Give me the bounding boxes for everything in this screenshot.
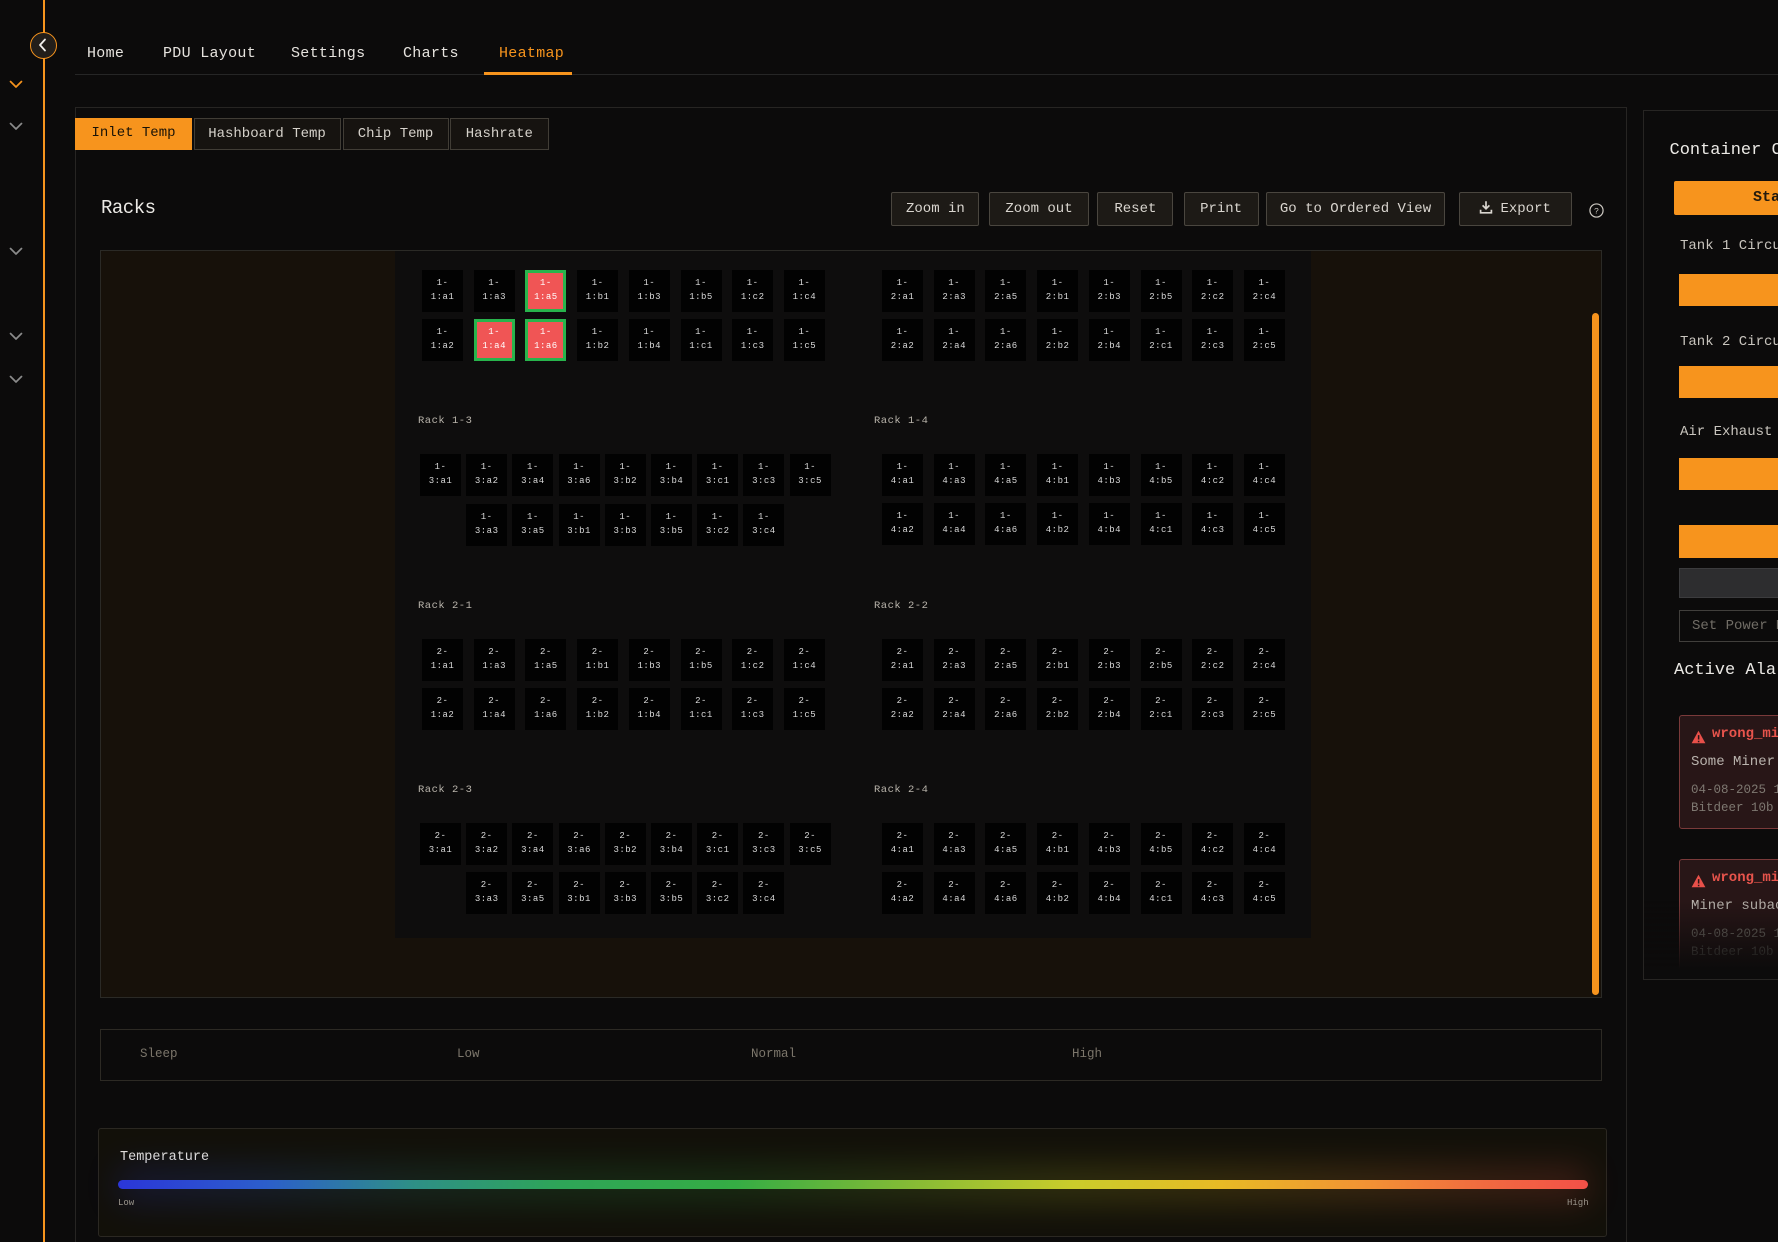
svg-text:?: ?	[1594, 207, 1599, 217]
